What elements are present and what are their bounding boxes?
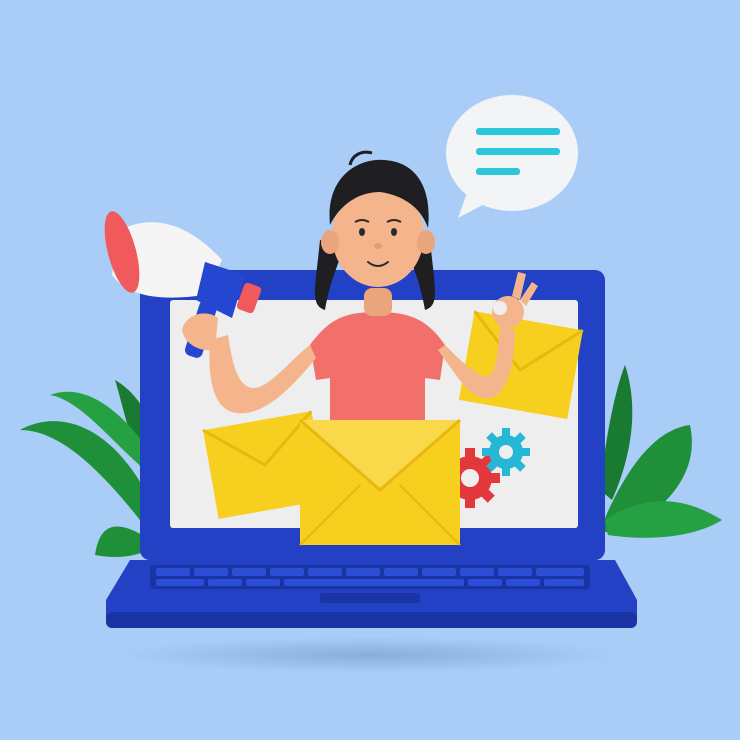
shirt [310, 312, 445, 420]
illustration-svg [0, 0, 740, 740]
illustration [0, 0, 740, 740]
envelope-front [299, 418, 461, 546]
gear-cyan-icon [482, 428, 530, 476]
laptop-front-edge [106, 612, 637, 628]
bubble-line-1 [476, 128, 560, 135]
laptop-shadow [120, 637, 620, 673]
laptop-trackpad [320, 593, 420, 603]
bubble-line-3 [476, 168, 520, 175]
bubble-line-2 [476, 148, 560, 155]
envelope-back-right [458, 310, 584, 419]
